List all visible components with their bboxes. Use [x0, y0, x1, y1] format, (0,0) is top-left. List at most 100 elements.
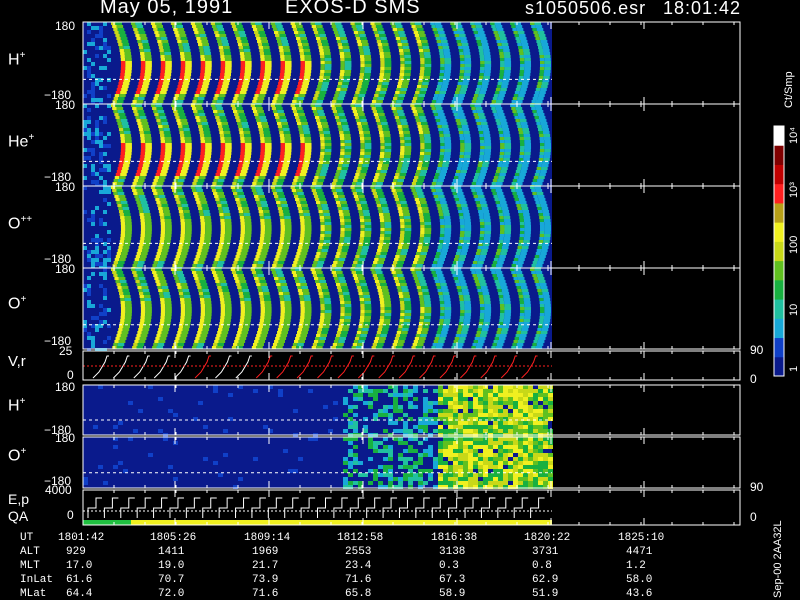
spectrogram-cell	[480, 331, 488, 334]
spectrogram-cell	[200, 310, 206, 313]
spectrogram-cell	[292, 343, 298, 346]
spectrogram-cell	[300, 143, 305, 146]
spectrogram-cell	[163, 131, 171, 134]
spectrogram-cell	[160, 283, 168, 286]
spectrogram-cell	[503, 295, 510, 298]
spectrogram-cell	[404, 152, 411, 155]
spectrogram-cell	[435, 91, 440, 94]
spectrogram-cell	[422, 164, 429, 167]
spectrogram-cell	[198, 207, 203, 210]
spectrogram-cell	[119, 116, 127, 119]
spectrogram-cell	[198, 328, 203, 331]
spectrogram-cell	[178, 277, 186, 280]
spectrogram-cell	[120, 155, 125, 158]
spectrogram-cell	[279, 158, 284, 161]
spectrogram-cell	[265, 307, 272, 310]
spectrogram-cell	[416, 264, 423, 267]
spectrogram-cell	[260, 143, 266, 146]
spectrogram-cell	[200, 301, 205, 304]
spectrogram-cell	[458, 240, 464, 243]
spectrogram-cell	[117, 122, 122, 125]
spectrogram-cell	[240, 334, 248, 337]
spectrogram-cell	[396, 264, 403, 267]
spectrogram-cell	[136, 170, 142, 173]
spectrogram-cell	[304, 225, 312, 228]
spectrogram-cell	[335, 37, 341, 40]
spectrogram-cell	[404, 307, 412, 310]
spectrogram-cell	[117, 343, 125, 346]
spectrogram-cell	[178, 340, 186, 343]
spectrogram-cell	[184, 55, 192, 58]
spectrogram-cell	[116, 283, 121, 286]
spectrogram-cell	[240, 219, 245, 222]
spectrogram-cell	[304, 222, 312, 225]
spectrogram-cell	[223, 49, 231, 52]
spectrogram-cell	[237, 331, 242, 334]
spectrogram-cell	[324, 313, 332, 316]
spectrogram-cell	[260, 283, 268, 286]
spectrogram-cell	[160, 310, 166, 313]
spectrogram-cell	[152, 189, 157, 192]
spectrogram-cell	[260, 58, 265, 61]
spectrogram-cell	[253, 261, 258, 264]
spectrogram-cell	[456, 85, 462, 88]
spectrogram-cell	[141, 170, 148, 173]
spectrogram-cell	[87, 42, 91, 46]
spectrogram-cell	[459, 52, 464, 55]
spectrogram-cell	[375, 189, 383, 192]
spectrogram-cell	[343, 131, 351, 134]
spectrogram-cell	[140, 146, 146, 149]
spectrogram-cell	[180, 237, 185, 240]
spectrogram-cell	[479, 58, 485, 61]
spectrogram-cell	[524, 225, 532, 228]
spectrogram-cell	[539, 67, 545, 70]
spectrogram-cell	[439, 137, 445, 140]
spectrogram-cell	[499, 301, 505, 304]
spectrogram-cell	[297, 110, 304, 113]
spectrogram-cell	[538, 198, 546, 201]
spectrogram-cell	[394, 176, 399, 179]
spectrogram-cell	[243, 295, 251, 298]
spectrogram-cell	[87, 116, 91, 120]
spectrogram-cell	[259, 131, 264, 134]
spectrogram-cell	[120, 234, 126, 237]
spectrogram-cell	[91, 90, 95, 94]
spectrogram-cell	[498, 158, 504, 161]
spectrogram-cell	[140, 134, 145, 137]
spectrogram-cell	[157, 28, 165, 31]
spectrogram-cell	[480, 122, 488, 125]
spectrogram-cell	[257, 274, 264, 277]
spectrogram-cell	[399, 319, 404, 322]
spectrogram-cell	[496, 167, 502, 170]
spectrogram-cell	[436, 110, 444, 113]
spectrogram-cell	[399, 255, 407, 258]
spectrogram-cell	[200, 37, 208, 40]
spectrogram-cell	[181, 167, 189, 170]
spectrogram-cell	[122, 85, 129, 88]
spectrogram-cell	[202, 82, 210, 85]
spectrogram-cell	[424, 225, 432, 228]
spectrogram-cell	[118, 246, 123, 249]
spectrogram-cell	[317, 328, 323, 331]
spectrogram-cell	[87, 148, 91, 152]
spectrogram-cell	[252, 100, 257, 103]
spectrogram-cell	[324, 225, 332, 228]
spectrogram-cell	[360, 316, 365, 319]
spectrogram-cell	[144, 152, 152, 155]
spectrogram-cell	[463, 158, 470, 161]
spectrogram-cell	[281, 331, 289, 334]
spectrogram-cell	[513, 195, 518, 198]
spectrogram-cell	[185, 67, 192, 70]
spectrogram-cell	[516, 167, 522, 170]
spectrogram-cell	[499, 91, 506, 94]
spectrogram-cell	[403, 131, 410, 134]
spectrogram-cell	[543, 137, 551, 140]
spectrogram-cell	[304, 52, 311, 55]
spectrogram-cell	[380, 58, 385, 61]
spectrogram-cell	[182, 246, 190, 249]
spectrogram-cell	[295, 198, 300, 201]
spectrogram-cell	[180, 304, 186, 307]
spectrogram-cell	[358, 258, 366, 261]
spectrogram-cell	[324, 304, 332, 307]
spectrogram-cell	[463, 298, 471, 301]
